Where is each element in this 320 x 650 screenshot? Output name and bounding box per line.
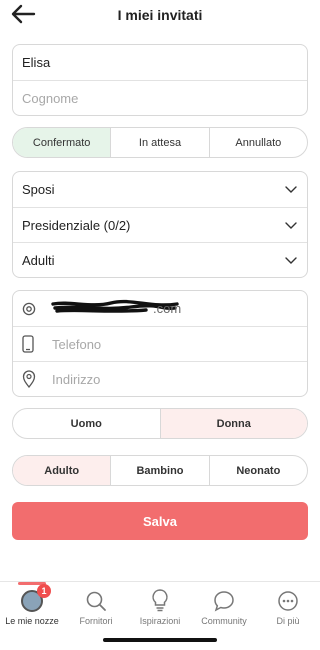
email-suffix: .com (153, 301, 182, 316)
address-row (13, 361, 307, 396)
at-sign-icon (22, 299, 44, 319)
age-infant-option[interactable]: Neonato (208, 456, 307, 485)
chevron-down-icon (285, 257, 297, 264)
avatar-icon: 1 (21, 584, 51, 612)
more-dots-icon (278, 591, 298, 611)
contact-fields: .com (12, 290, 308, 397)
age-selector: Adulto Bambino Neonato (12, 455, 308, 486)
tab-label: Di più (276, 616, 300, 626)
age-adult-option[interactable]: Adulto (13, 456, 111, 485)
last-name-input[interactable] (22, 90, 298, 106)
page-title: I miei invitati (117, 7, 203, 23)
tab-le-mie-nozze[interactable]: 1 Le mie nozze (0, 584, 64, 626)
status-pending-option[interactable]: In attesa (110, 128, 208, 157)
name-fields (12, 44, 308, 116)
gender-selector: Uomo Donna (12, 408, 308, 439)
first-name-input[interactable] (22, 55, 298, 70)
status-cancelled-option[interactable]: Annullato (208, 128, 307, 157)
tab-label: Le mie nozze (5, 616, 59, 626)
select-fields: Sposi Presidenziale (0/2) Adulti (12, 171, 308, 278)
gender-female-option[interactable]: Donna (159, 409, 307, 438)
status-confirmed-option[interactable]: Confermato (13, 128, 111, 157)
tab-label: Fornitori (79, 616, 113, 626)
location-pin-icon (22, 369, 44, 389)
chevron-down-icon (285, 186, 297, 193)
search-icon (86, 591, 106, 611)
tab-fornitori[interactable]: Fornitori (64, 586, 128, 626)
first-name-row (13, 45, 307, 80)
save-button[interactable]: Salva (12, 502, 308, 540)
last-name-row (13, 80, 307, 115)
chevron-down-icon (285, 222, 297, 229)
phone-input[interactable] (52, 336, 298, 352)
tab-di-piu[interactable]: Di più (256, 586, 320, 626)
phone-icon (22, 334, 44, 354)
notification-badge: 1 (37, 584, 51, 598)
phone-row (13, 326, 307, 361)
chat-bubble-icon (214, 591, 234, 612)
age-group-select[interactable]: Adulti (13, 242, 307, 277)
group-select[interactable]: Sposi (13, 172, 307, 207)
table-select[interactable]: Presidenziale (0/2) (13, 207, 307, 242)
email-row[interactable]: .com (13, 291, 307, 326)
address-input[interactable] (52, 371, 298, 387)
age-child-option[interactable]: Bambino (110, 456, 208, 485)
home-indicator (103, 638, 217, 642)
tab-community[interactable]: Community (192, 586, 256, 626)
table-select-value: Presidenziale (0/2) (22, 217, 131, 233)
tab-ispirazioni[interactable]: Ispirazioni (128, 586, 192, 626)
tab-label: Ispirazioni (139, 616, 181, 626)
gender-male-option[interactable]: Uomo (13, 409, 160, 438)
group-select-value: Sposi (22, 182, 55, 197)
status-selector: Confermato In attesa Annullato (12, 127, 308, 158)
tab-label: Community (201, 616, 247, 626)
lightbulb-icon (152, 589, 168, 612)
header: I miei invitati (0, 0, 320, 30)
age-group-select-value: Adulti (22, 252, 55, 268)
